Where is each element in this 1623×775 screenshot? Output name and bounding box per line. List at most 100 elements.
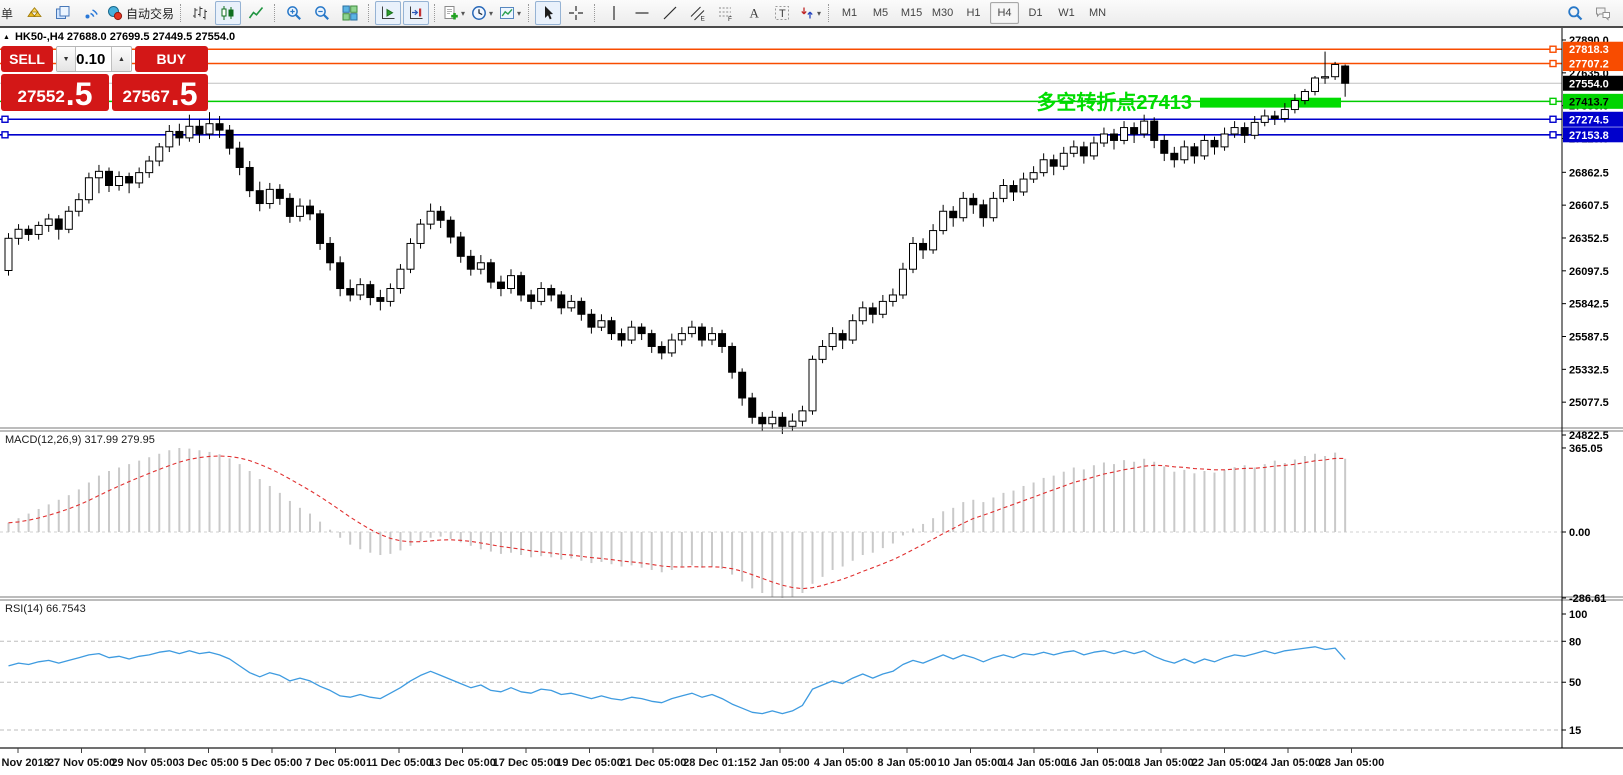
chevron-down-icon[interactable]: ▾ (461, 9, 465, 18)
zoom-in-button[interactable] (281, 1, 307, 25)
svg-text:E: E (701, 16, 706, 22)
timeframe-m5-button[interactable]: M5 (866, 2, 895, 24)
timeframe-d1-button[interactable]: D1 (1021, 2, 1050, 24)
svg-text:100: 100 (1569, 609, 1587, 621)
svg-text:27413.7: 27413.7 (1569, 96, 1609, 108)
svg-text:29 Nov 05:00: 29 Nov 05:00 (111, 757, 178, 769)
line-chart-button[interactable] (243, 1, 269, 25)
svg-text:28 Dec 01:15: 28 Dec 01:15 (683, 757, 750, 769)
support-line-27153-handle[interactable] (1550, 132, 1556, 138)
svg-text:0.00: 0.00 (1569, 527, 1590, 539)
svg-text:18 Jan 05:00: 18 Jan 05:00 (1128, 757, 1193, 769)
svg-text:7 Dec 05:00: 7 Dec 05:00 (305, 757, 366, 769)
new-order-button[interactable]: 单 (0, 1, 20, 25)
indicators-button[interactable]: ▾ (441, 1, 467, 25)
chevron-down-icon[interactable]: ▾ (489, 9, 493, 18)
volume-increase-button[interactable]: ▲ (111, 47, 130, 71)
buy-button[interactable]: BUY (135, 46, 209, 72)
volume-decrease-button[interactable]: ▼ (57, 47, 76, 71)
autotrade-button[interactable]: 自动交易 (106, 1, 175, 25)
support-line-27153-handle[interactable] (2, 132, 8, 138)
market-watch-button[interactable] (22, 1, 48, 25)
svg-text:5 Dec 05:00: 5 Dec 05:00 (242, 757, 303, 769)
auto-scroll-button[interactable] (375, 1, 401, 25)
toolbar-separator (274, 4, 276, 22)
resistance-line-27818-handle[interactable] (1550, 46, 1556, 52)
svg-text:19 Dec 05:00: 19 Dec 05:00 (556, 757, 623, 769)
chart-ohlc-header: ▲ HK50-,H4 27688.0 27699.5 27449.5 27554… (3, 31, 235, 43)
timeframe-m15-button[interactable]: M15 (897, 2, 926, 24)
svg-text:A: A (750, 6, 760, 21)
resistance-line-27707-handle[interactable] (1550, 61, 1556, 67)
grid-levels (0, 532, 1562, 730)
search-button[interactable] (1562, 1, 1588, 25)
trading-terminal: 27890.027635.027380.027125.026862.526607… (0, 0, 1623, 775)
timeframe-m30-button[interactable]: M30 (928, 2, 957, 24)
rsi-label: RSI(14) 66.7543 (5, 603, 86, 615)
text-label-button[interactable]: T (769, 1, 795, 25)
text-button[interactable]: A (741, 1, 767, 25)
support-line-27274-handle[interactable] (1550, 116, 1556, 122)
last-price-line-label: 27554.0 (1563, 76, 1623, 91)
data-window-button[interactable] (50, 1, 76, 25)
equidistant-channel-button[interactable]: E (685, 1, 711, 25)
zoom-out-button[interactable] (309, 1, 335, 25)
svg-text:80: 80 (1569, 636, 1581, 648)
signals-button[interactable] (78, 1, 104, 25)
vertical-line-button[interactable] (601, 1, 627, 25)
toolbar-separator (434, 4, 436, 22)
svg-text:4 Jan 05:00: 4 Jan 05:00 (814, 757, 873, 769)
crosshair-button[interactable] (563, 1, 589, 25)
autotrade-button-label: 自动交易 (126, 5, 174, 22)
svg-text:3 Dec 05:00: 3 Dec 05:00 (178, 757, 239, 769)
buy-price-box[interactable]: 27567 .5 (112, 74, 208, 111)
svg-text:24 Jan 05:00: 24 Jan 05:00 (1255, 757, 1320, 769)
timeframe-h4-button[interactable]: H4 (990, 2, 1019, 24)
pivot-line-27413-handle[interactable] (1550, 98, 1556, 104)
svg-text:22 Jan 05:00: 22 Jan 05:00 (1192, 757, 1257, 769)
horizontal-line-button[interactable] (629, 1, 655, 25)
svg-text:26352.5: 26352.5 (1569, 233, 1609, 245)
svg-text:23 Nov 2018: 23 Nov 2018 (0, 757, 50, 769)
support-line-27274-handle[interactable] (2, 116, 8, 122)
cursor-button[interactable] (535, 1, 561, 25)
tile-windows-button[interactable] (337, 1, 363, 25)
svg-text:27554.0: 27554.0 (1569, 78, 1609, 90)
candlestick-chart-button[interactable] (215, 1, 241, 25)
sell-button[interactable]: SELL (1, 46, 53, 72)
time-axis[interactable]: 23 Nov 201827 Nov 05:0029 Nov 05:003 Dec… (0, 748, 1384, 769)
svg-text:27818.3: 27818.3 (1569, 44, 1609, 56)
volume-input[interactable]: 0.10 (76, 47, 111, 71)
periods-button[interactable]: ▾ (469, 1, 495, 25)
svg-text:365.05: 365.05 (1569, 443, 1603, 455)
svg-text:-286.61: -286.61 (1569, 593, 1606, 605)
trendline-button[interactable] (657, 1, 683, 25)
svg-text:26097.5: 26097.5 (1569, 266, 1609, 278)
chevron-down-icon[interactable]: ▾ (817, 9, 821, 18)
toolbar-separator (594, 4, 596, 22)
chart-shift-button[interactable] (403, 1, 429, 25)
toolbar-right-group (1561, 1, 1623, 25)
sell-price-box[interactable]: 27552 .5 (1, 74, 109, 111)
svg-text:25077.5: 25077.5 (1569, 397, 1609, 409)
svg-text:24822.5: 24822.5 (1569, 430, 1609, 442)
fibonacci-button[interactable]: F (713, 1, 739, 25)
arrows-button[interactable]: ▾ (797, 1, 823, 25)
svg-text:14 Jan 05:00: 14 Jan 05:00 (1001, 757, 1066, 769)
timeframe-m1-button[interactable]: M1 (835, 2, 864, 24)
bar-chart-button[interactable] (187, 1, 213, 25)
svg-text:27 Nov 05:00: 27 Nov 05:00 (48, 757, 115, 769)
highlight-zone-rect[interactable] (1200, 98, 1341, 108)
timeframe-mn-button[interactable]: MN (1083, 2, 1112, 24)
svg-text:8 Jan 05:00: 8 Jan 05:00 (877, 757, 936, 769)
timeframe-h1-button[interactable]: H1 (959, 2, 988, 24)
toolbar-separator (180, 4, 182, 22)
chart-ohlc-text: HK50-,H4 27688.0 27699.5 27449.5 27554.0 (15, 31, 235, 43)
timeframe-w1-button[interactable]: W1 (1052, 2, 1081, 24)
templates-button[interactable]: ▾ (497, 1, 523, 25)
annotation-text[interactable]: 多空转折点27413 (1036, 90, 1192, 114)
chat-button[interactable] (1590, 1, 1616, 25)
collapse-panel-icon[interactable]: ▲ (3, 34, 10, 41)
svg-text:26607.5: 26607.5 (1569, 200, 1609, 212)
chevron-down-icon[interactable]: ▾ (517, 9, 521, 18)
